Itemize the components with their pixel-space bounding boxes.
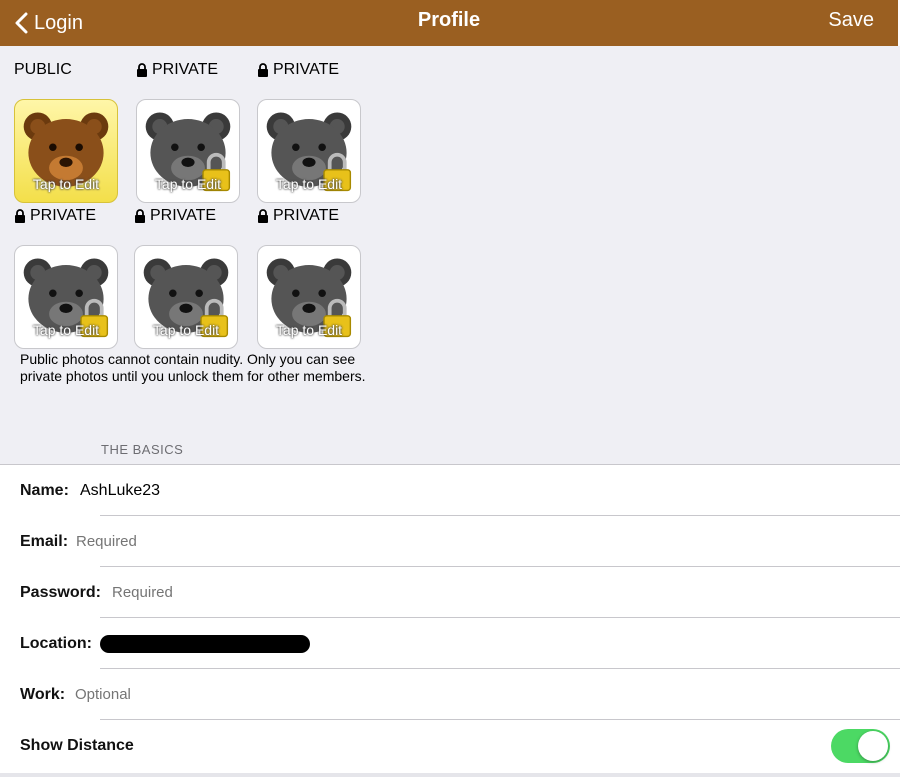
- tap-to-edit-label: Tap to Edit: [275, 322, 343, 338]
- photo-slot-public: PUBLIC Tap to Edit: [14, 60, 120, 203]
- location-label: Location:: [20, 635, 92, 652]
- redacted-location[interactable]: [100, 635, 310, 653]
- photo-policy-note: Public photos cannot contain nudity. Onl…: [20, 351, 366, 384]
- photo-slot-private: PRIVATE Tap to Edit: [14, 206, 120, 349]
- lock-icon: [258, 209, 268, 223]
- photo-slot-label: PRIVATE: [14, 206, 120, 226]
- tap-to-edit-label: Tap to Edit: [154, 176, 222, 192]
- photo-slot-label: PRIVATE: [136, 60, 242, 80]
- password-label: Password:: [20, 584, 101, 601]
- password-row: Password:: [0, 567, 900, 618]
- toggle-knob: [858, 731, 888, 761]
- password-field[interactable]: [112, 567, 612, 618]
- lock-icon: [137, 63, 147, 77]
- basics-form: Name: Email: Password: Location: Work: S…: [0, 464, 900, 777]
- bottom-divider: [0, 773, 900, 777]
- photo-thumbnail[interactable]: Tap to Edit: [257, 245, 361, 349]
- lock-icon: [15, 209, 25, 223]
- photo-slot-label: PRIVATE: [134, 206, 240, 226]
- name-label: Name:: [20, 482, 69, 499]
- photo-thumbnail[interactable]: Tap to Edit: [134, 245, 238, 349]
- name-field[interactable]: [80, 465, 580, 516]
- email-label: Email:: [20, 533, 69, 550]
- lock-icon: [135, 209, 145, 223]
- name-row: Name:: [0, 465, 900, 516]
- show-distance-label: Show Distance: [20, 737, 134, 754]
- photo-slot-private: PRIVATE Tap to Edit: [136, 60, 242, 203]
- photo-slot-private: PRIVATE Tap to Edit: [134, 206, 240, 349]
- photo-slot-label: PUBLIC: [14, 61, 72, 78]
- tap-to-edit-label: Tap to Edit: [152, 322, 220, 338]
- save-button[interactable]: Save: [828, 0, 874, 46]
- tap-to-edit-label: Tap to Edit: [32, 176, 100, 192]
- show-distance-row: Show Distance: [0, 720, 900, 771]
- email-row: Email:: [0, 516, 900, 567]
- tap-to-edit-label: Tap to Edit: [275, 176, 343, 192]
- back-button[interactable]: Login: [14, 0, 83, 46]
- section-header-basics: THE BASICS: [101, 442, 184, 457]
- show-distance-toggle[interactable]: [831, 729, 890, 763]
- page-title: Profile: [417, 9, 481, 31]
- lock-icon: [258, 63, 268, 77]
- back-label: Login: [34, 11, 83, 34]
- photo-slot-private: PRIVATE Tap to Edit: [257, 60, 363, 203]
- photo-thumbnail[interactable]: Tap to Edit: [14, 245, 118, 349]
- work-label: Work:: [20, 686, 66, 703]
- photo-grid: PUBLIC Tap to Edit PRIVATE Tap to Edit P…: [0, 46, 900, 464]
- work-field[interactable]: [75, 669, 575, 720]
- tap-to-edit-label: Tap to Edit: [32, 322, 100, 338]
- photo-thumbnail[interactable]: Tap to Edit: [257, 99, 361, 203]
- work-row: Work:: [0, 669, 900, 720]
- location-row: Location:: [0, 618, 900, 669]
- email-field[interactable]: [76, 516, 576, 567]
- chevron-left-icon: [15, 12, 28, 34]
- nav-bar: Login Profile Save: [0, 0, 900, 46]
- photo-slot-label: PRIVATE: [257, 60, 363, 80]
- photo-thumbnail[interactable]: Tap to Edit: [136, 99, 240, 203]
- photo-thumbnail[interactable]: Tap to Edit: [14, 99, 118, 203]
- photo-slot-private: PRIVATE Tap to Edit: [257, 206, 363, 349]
- photo-slot-label: PRIVATE: [257, 206, 363, 226]
